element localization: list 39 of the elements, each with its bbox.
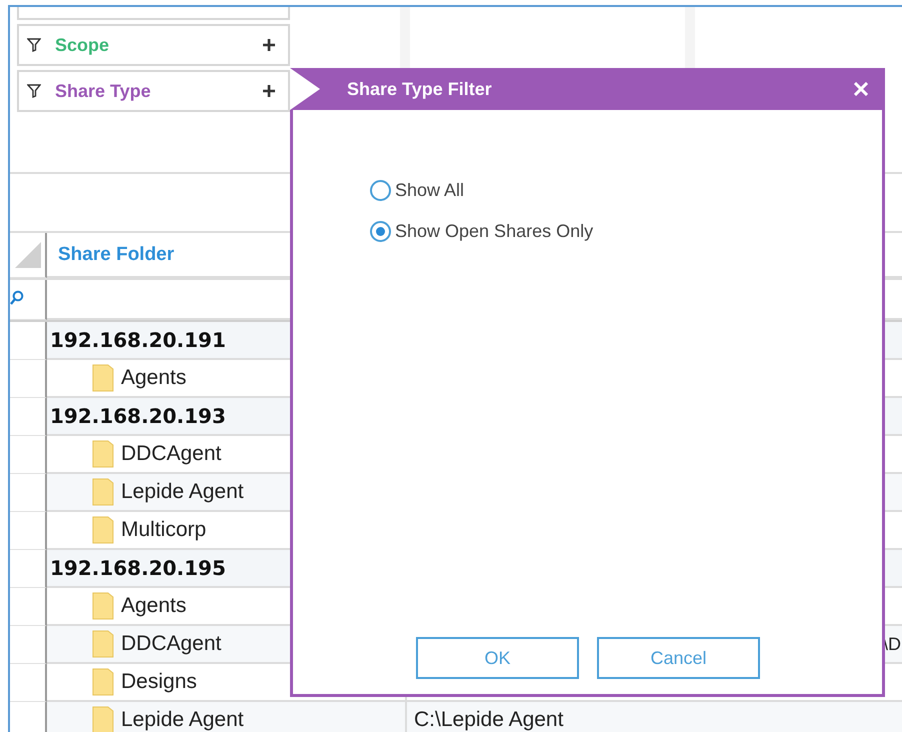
folder-icon — [92, 706, 114, 732]
add-icon[interactable] — [262, 84, 276, 98]
row-header — [10, 360, 47, 398]
path-text: C:\Lepide Agent — [414, 708, 564, 732]
close-icon[interactable] — [854, 82, 868, 96]
share-folder-name: Agents — [121, 594, 186, 618]
dialog-title: Share Type Filter — [347, 78, 493, 100]
share-folder-name: Lepide Agent — [121, 708, 244, 732]
row-header — [10, 588, 47, 626]
corner-icon — [14, 242, 40, 268]
ip-address: 192.168.20.193 — [50, 404, 226, 428]
folder-icon — [92, 630, 114, 658]
share-folder-name: Agents — [121, 366, 186, 390]
row-header — [10, 436, 47, 474]
filter-item[interactable]: Share Type — [17, 70, 290, 112]
table-cell[interactable]: Lepide Agent — [47, 702, 405, 732]
folder-icon — [92, 440, 114, 468]
folder-icon — [92, 592, 114, 620]
row-header — [10, 664, 47, 702]
filter-label: Scope — [55, 34, 110, 56]
filter-label: Share Type — [55, 80, 152, 102]
radio-option[interactable]: Show All — [370, 180, 882, 201]
add-icon[interactable] — [262, 38, 276, 52]
row-header — [10, 512, 47, 550]
radio-option[interactable]: Show Open Shares Only — [370, 221, 882, 242]
folder-icon — [92, 668, 114, 696]
share-folder-name: Designs — [121, 670, 197, 694]
ip-address: 192.168.20.191 — [50, 328, 226, 352]
share-folder-name: DDCAgent — [121, 442, 222, 466]
folder-icon — [92, 364, 114, 392]
share-folder-name: Multicorp — [121, 518, 206, 542]
filter-icon — [27, 38, 41, 52]
folder-icon — [92, 478, 114, 506]
search-icon[interactable] — [10, 290, 24, 306]
filter-icon — [27, 84, 41, 98]
ip-address: 192.168.20.195 — [50, 556, 226, 580]
share-folder-name: Lepide Agent — [121, 480, 244, 504]
folder-icon — [92, 516, 114, 544]
share-folder-name: DDCAgent — [121, 632, 222, 656]
